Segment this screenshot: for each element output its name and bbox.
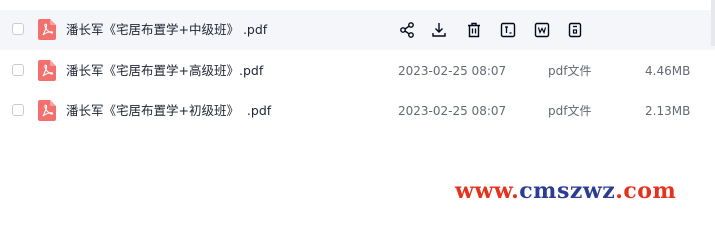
row-checkbox[interactable] [12,64,24,76]
pdf-file-icon [38,100,56,121]
watermark-part: .com [615,178,677,204]
document-icon[interactable] [566,21,584,39]
file-name[interactable]: 潘长军《宅居布置学+高级班》.pdf [66,62,263,80]
file-date: 2023-02-25 08:07 [398,104,507,118]
rename-icon[interactable] [499,21,517,39]
word-convert-icon[interactable] [533,21,551,39]
file-type: pdf文件 [548,104,592,118]
watermark-part: cmszwz [519,178,616,204]
file-row[interactable]: 潘长军《宅居布置学+初级班》 .pdf 2023-02-25 08:07 pdf… [0,91,715,131]
watermark: www.cmszwz.com [455,178,676,204]
file-list: 潘长军《宅居布置学+中级班》 .pdf 潘长军《宅居布置学+高级班》.pdf 2… [0,0,715,121]
file-row[interactable]: 潘长军《宅居布置学+中级班》 .pdf [0,10,715,50]
watermark-part: www. [455,178,520,204]
pdf-file-icon [38,60,56,81]
share-icon[interactable] [398,21,416,39]
file-size: 2.13MB [645,104,691,118]
file-row[interactable]: 潘长军《宅居布置学+高级班》.pdf 2023-02-25 08:07 pdf文… [0,51,715,91]
delete-icon[interactable] [465,21,483,39]
pdf-file-icon [38,19,56,40]
download-icon[interactable] [430,21,448,39]
file-type: pdf文件 [548,64,592,78]
row-checkbox[interactable] [12,104,24,116]
row-checkbox[interactable] [12,23,24,35]
file-date: 2023-02-25 08:07 [398,64,507,78]
file-size: 4.46MB [645,64,691,78]
file-name[interactable]: 潘长军《宅居布置学+初级班》 .pdf [66,102,271,120]
file-name[interactable]: 潘长军《宅居布置学+中级班》 .pdf [66,21,267,39]
scrollbar[interactable] [711,0,715,46]
